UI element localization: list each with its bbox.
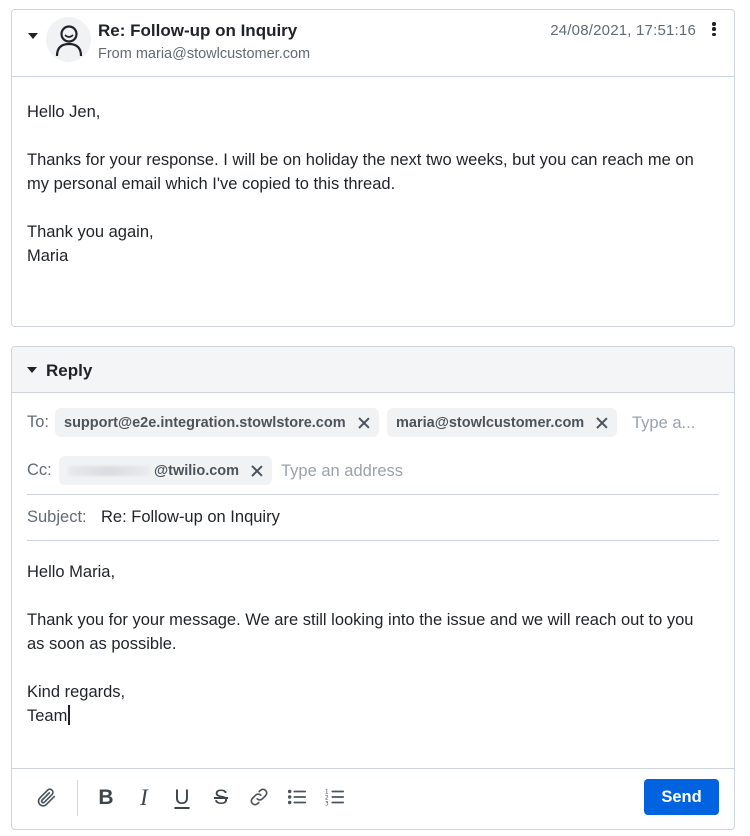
link-icon[interactable] xyxy=(245,783,273,811)
bold-icon[interactable]: B xyxy=(92,783,120,811)
divider xyxy=(27,540,719,541)
message-header[interactable]: Re: Follow-up on Inquiry From maria@stow… xyxy=(12,10,734,77)
reply-paragraph: Thank you for your message. We are still… xyxy=(27,611,694,653)
message-body: Hello Jen, Thanks for your response. I w… xyxy=(27,100,714,268)
numbered-list-icon[interactable]: 1 2 3 xyxy=(321,783,349,811)
reply-closing: Kind regards, xyxy=(27,683,126,701)
reply-title: Reply xyxy=(46,361,93,380)
close-icon[interactable] xyxy=(251,465,263,477)
avatar xyxy=(46,17,91,62)
svg-text:3: 3 xyxy=(325,800,329,807)
underline-glyph: U xyxy=(174,785,190,809)
message-card: Re: Follow-up on Inquiry From maria@stow… xyxy=(11,9,735,327)
recipient-address: @twilio.com xyxy=(154,462,240,479)
divider xyxy=(27,494,719,495)
subject-label: Subject: xyxy=(27,508,87,526)
italic-icon[interactable]: I xyxy=(130,783,158,811)
message-timestamp: 24/08/2021, 17:51:16 xyxy=(550,22,696,39)
italic-glyph: I xyxy=(140,784,148,810)
text-cursor xyxy=(68,705,70,725)
send-button[interactable]: Send xyxy=(644,779,719,815)
chevron-down-icon[interactable] xyxy=(26,364,38,376)
cc-address-input[interactable] xyxy=(281,459,481,483)
close-icon[interactable] xyxy=(596,417,608,429)
cc-recipient-chip[interactable]: @twilio.com xyxy=(59,456,273,485)
to-label: To: xyxy=(27,413,50,431)
more-vertical-icon[interactable] xyxy=(710,20,718,38)
formatting-toolbar: B I U S 1 2 3 Send xyxy=(12,768,734,829)
message-paragraph: Thanks for your response. I will be on h… xyxy=(27,151,694,193)
to-address-input[interactable] xyxy=(632,411,724,435)
reply-header[interactable]: Reply xyxy=(12,347,734,393)
chevron-down-icon[interactable] xyxy=(27,30,39,42)
message-greeting: Hello Jen, xyxy=(27,103,101,121)
reply-signature-line: Team xyxy=(27,704,714,728)
recipient-chip[interactable]: support@e2e.integration.stowlstore.com xyxy=(55,408,379,437)
toolbar-separator xyxy=(77,780,78,816)
message-signature: Maria xyxy=(27,247,69,265)
cc-label: Cc: xyxy=(27,461,52,479)
reply-composer: Reply To: support@e2e.integration.stowls… xyxy=(11,346,735,830)
strikethrough-glyph: S xyxy=(213,785,228,809)
redacted-text xyxy=(68,465,150,476)
reply-body-editor[interactable]: Hello Maria, Thank you for your message.… xyxy=(27,560,714,728)
close-icon[interactable] xyxy=(358,417,370,429)
attachment-icon[interactable] xyxy=(32,783,60,811)
message-sender: From maria@stowlcustomer.com xyxy=(98,46,311,62)
subject-field[interactable]: Re: Follow-up on Inquiry xyxy=(101,508,280,527)
message-subject: Re: Follow-up on Inquiry xyxy=(98,21,298,40)
recipient-address: support@e2e.integration.stowlstore.com xyxy=(64,414,346,431)
underline-icon[interactable]: U xyxy=(168,783,196,811)
reply-greeting: Hello Maria, xyxy=(27,563,116,581)
strikethrough-icon[interactable]: S xyxy=(207,783,235,811)
recipient-address: maria@stowlcustomer.com xyxy=(396,414,585,431)
message-closing: Thank you again, xyxy=(27,223,154,241)
recipient-chip[interactable]: maria@stowlcustomer.com xyxy=(387,408,618,437)
bold-glyph: B xyxy=(98,785,114,809)
reply-signature: Team xyxy=(27,707,68,725)
bulleted-list-icon[interactable] xyxy=(283,783,311,811)
user-avatar-icon xyxy=(55,24,82,56)
